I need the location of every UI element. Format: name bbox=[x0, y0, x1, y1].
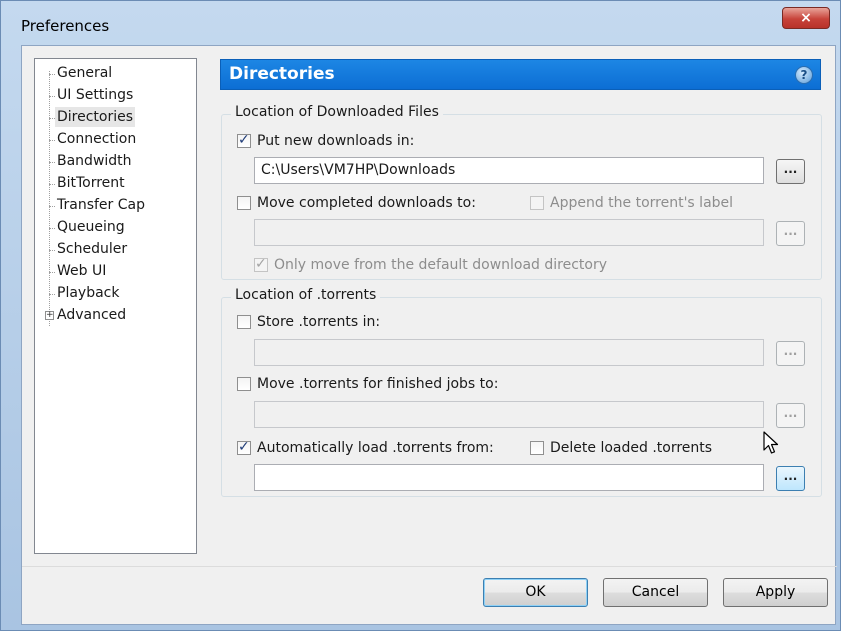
store-torrents-checkbox[interactable] bbox=[237, 315, 251, 329]
move-completed-path-input[interactable] bbox=[254, 219, 764, 246]
tree-item-ui-settings[interactable]: UI Settings bbox=[57, 85, 133, 105]
move-finished-torrents-checkbox[interactable] bbox=[237, 377, 251, 391]
browse-finished-torrents-button[interactable]: ... bbox=[776, 403, 805, 428]
downloaded-files-group: Location of Downloaded Files Put new dow… bbox=[221, 104, 822, 280]
tree-item-scheduler[interactable]: Scheduler bbox=[57, 239, 127, 259]
browse-downloads-button[interactable]: ... bbox=[776, 159, 805, 184]
tree-branch bbox=[49, 140, 55, 141]
footer-divider bbox=[22, 566, 837, 567]
window-title: Preferences bbox=[21, 17, 110, 35]
tree-item-bandwidth[interactable]: Bandwidth bbox=[57, 151, 132, 171]
put-new-downloads-label: Put new downloads in: bbox=[257, 133, 415, 149]
only-move-default-label: Only move from the default download dire… bbox=[274, 257, 608, 273]
move-completed-checkbox-row[interactable]: Move completed downloads to: bbox=[237, 194, 476, 212]
torrents-location-group: Location of .torrents Store .torrents in… bbox=[221, 287, 822, 497]
browse-auto-load-button[interactable]: ... bbox=[776, 466, 805, 491]
section-header: Directories ? bbox=[220, 59, 821, 90]
tree-branch bbox=[49, 228, 55, 229]
tree-branch bbox=[49, 294, 55, 295]
move-completed-checkbox[interactable] bbox=[237, 196, 251, 210]
store-torrents-label: Store .torrents in: bbox=[257, 314, 381, 330]
auto-load-torrents-label: Automatically load .torrents from: bbox=[257, 440, 494, 456]
append-label-label: Append the torrent's label bbox=[550, 195, 734, 211]
auto-load-torrents-checkbox-row[interactable]: Automatically load .torrents from: bbox=[237, 439, 494, 457]
tree-item-transfer-cap[interactable]: Transfer Cap bbox=[57, 195, 145, 215]
tree-item-queueing[interactable]: Queueing bbox=[57, 217, 125, 237]
put-new-downloads-checkbox-row[interactable]: Put new downloads in: bbox=[237, 132, 414, 150]
help-icon[interactable]: ? bbox=[795, 66, 813, 84]
tree-branch bbox=[49, 74, 55, 75]
put-new-downloads-checkbox[interactable] bbox=[237, 132, 251, 148]
tree-branch bbox=[49, 184, 55, 185]
auto-load-torrents-path-input[interactable] bbox=[254, 464, 764, 491]
put-new-downloads-path-input[interactable]: C:\Users\VM7HP\Downloads bbox=[254, 157, 764, 184]
store-torrents-checkbox-row[interactable]: Store .torrents in: bbox=[237, 313, 380, 331]
auto-load-torrents-checkbox[interactable] bbox=[237, 439, 251, 455]
append-label-checkbox-row[interactable]: Append the torrent's label bbox=[530, 194, 733, 212]
title-bar[interactable]: Preferences × bbox=[1, 1, 840, 45]
tree-branch bbox=[49, 96, 55, 97]
tree-branch bbox=[49, 206, 55, 207]
delete-loaded-torrents-checkbox[interactable] bbox=[530, 441, 544, 455]
move-finished-torrents-path-input[interactable] bbox=[254, 401, 764, 428]
close-icon: × bbox=[800, 10, 812, 26]
section-title: Directories bbox=[229, 64, 335, 84]
tree-item-general[interactable]: General bbox=[57, 63, 112, 83]
mouse-pointer-icon bbox=[763, 431, 779, 454]
store-torrents-path-input[interactable] bbox=[254, 339, 764, 366]
group-label-torrents: Location of .torrents bbox=[231, 287, 381, 303]
only-move-default-checkbox-row[interactable]: Only move from the default download dire… bbox=[254, 256, 607, 274]
tree-item-bittorrent[interactable]: BitTorrent bbox=[57, 173, 125, 193]
tree-branch bbox=[49, 272, 55, 273]
tree-item-directories[interactable]: Directories bbox=[55, 107, 136, 127]
browse-completed-button[interactable]: ... bbox=[776, 221, 805, 246]
tree-item-web-ui[interactable]: Web UI bbox=[57, 261, 106, 281]
browse-store-torrents-button[interactable]: ... bbox=[776, 341, 805, 366]
close-button[interactable]: × bbox=[782, 7, 830, 29]
category-tree[interactable]: General UI Settings Directories Connecti… bbox=[34, 58, 197, 554]
move-completed-label: Move completed downloads to: bbox=[257, 195, 476, 211]
tree-item-playback[interactable]: Playback bbox=[57, 283, 119, 303]
append-label-checkbox[interactable] bbox=[530, 196, 544, 210]
tree-branch bbox=[49, 162, 55, 163]
dialog-client-area: General UI Settings Directories Connecti… bbox=[21, 45, 837, 625]
expand-plus-icon[interactable]: + bbox=[45, 311, 54, 320]
tree-item-advanced[interactable]: Advanced bbox=[57, 305, 126, 325]
tree-connector-line bbox=[49, 71, 50, 326]
tree-branch bbox=[49, 250, 55, 251]
preferences-window: Preferences × General UI Settings Direct… bbox=[0, 0, 841, 631]
move-finished-torrents-checkbox-row[interactable]: Move .torrents for finished jobs to: bbox=[237, 375, 498, 393]
ok-button[interactable]: OK bbox=[483, 578, 588, 607]
group-label-downloaded-files: Location of Downloaded Files bbox=[231, 104, 443, 120]
apply-button[interactable]: Apply bbox=[723, 578, 828, 607]
delete-loaded-torrents-checkbox-row[interactable]: Delete loaded .torrents bbox=[530, 439, 712, 457]
cancel-button[interactable]: Cancel bbox=[603, 578, 708, 607]
only-move-default-checkbox[interactable] bbox=[254, 256, 268, 272]
delete-loaded-torrents-label: Delete loaded .torrents bbox=[550, 440, 713, 456]
move-finished-torrents-label: Move .torrents for finished jobs to: bbox=[257, 376, 499, 392]
tree-item-connection[interactable]: Connection bbox=[57, 129, 136, 149]
